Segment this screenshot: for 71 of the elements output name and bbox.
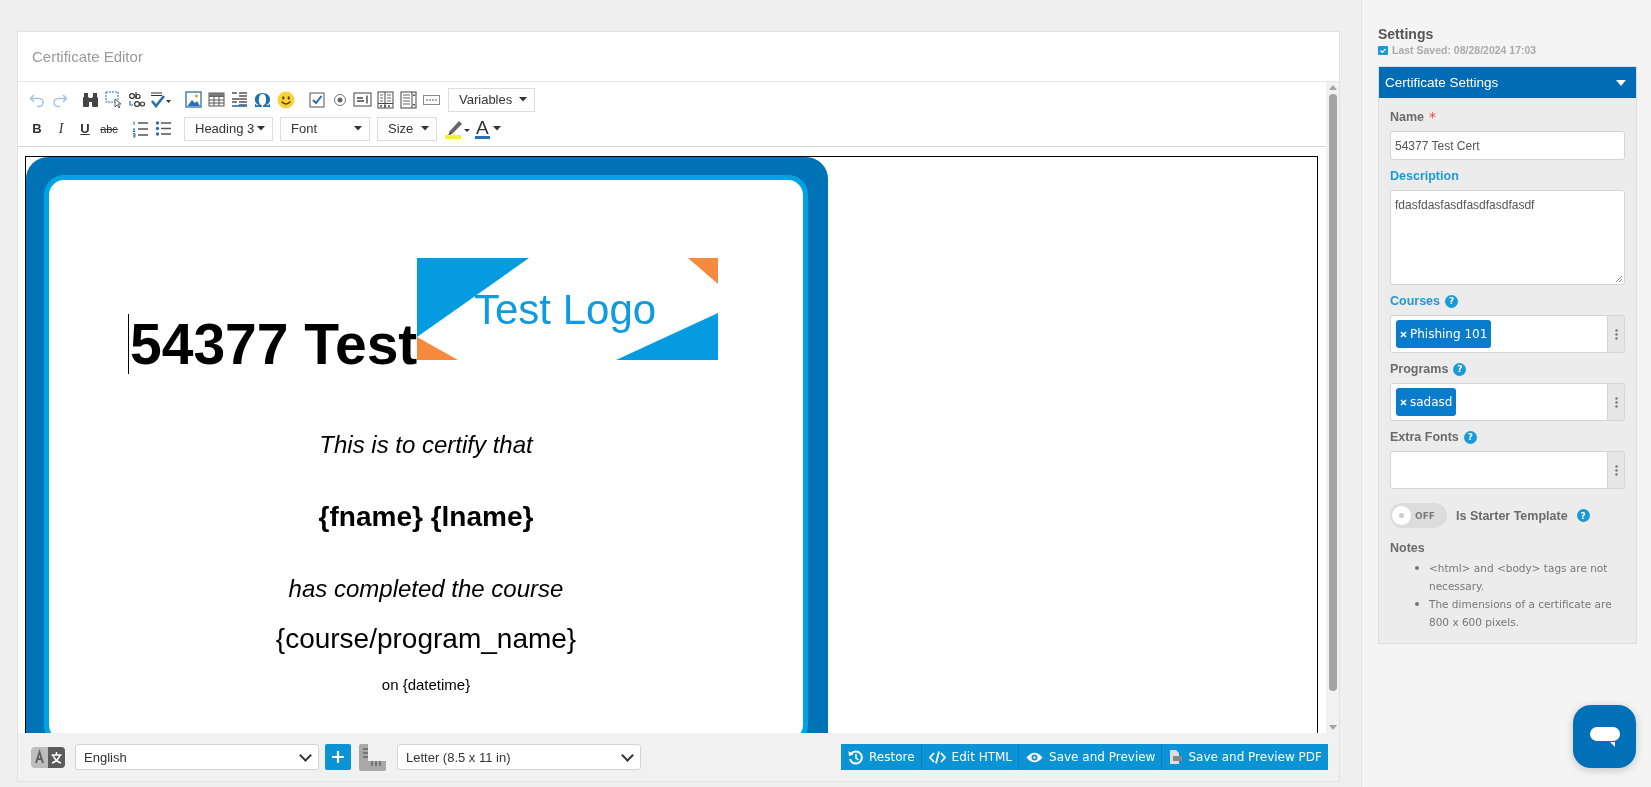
required-mark: * [1429, 109, 1437, 125]
certificate-text: has completed the course [288, 575, 564, 602]
help-icon[interactable]: ? [1576, 509, 1590, 522]
more-icon[interactable] [1614, 328, 1618, 340]
toggle-switch[interactable]: OFF [1390, 503, 1447, 528]
field-label: Courses [1390, 294, 1441, 308]
ruler-icon [359, 743, 386, 771]
field-label: Extra Fonts [1390, 430, 1459, 444]
italic-button[interactable]: I [50, 117, 72, 140]
style-dropdown[interactable]: Heading 3 [184, 116, 273, 141]
caret-icon [421, 126, 429, 131]
help-icon[interactable]: ? [1463, 430, 1477, 444]
caret-icon [492, 126, 501, 131]
field-label: Description [1390, 169, 1459, 183]
help-icon[interactable]: ? [1445, 294, 1459, 308]
page-size-select[interactable]: Letter (8.5 x 11 in) [397, 744, 641, 770]
more-icon[interactable] [1614, 464, 1618, 476]
code-icon [928, 750, 946, 764]
multi-select-field[interactable]: Phishing 101 [1390, 315, 1625, 353]
note-text: <html> and <body> tags are not necessary. [1415, 559, 1625, 595]
multi-select-field[interactable]: sadasd [1390, 383, 1625, 421]
scrollbar[interactable] [1326, 82, 1339, 733]
restore-button[interactable]: Restore [841, 744, 922, 770]
certificate-text: {course/program_name} [275, 623, 577, 654]
description-field[interactable]: fdasfdasfasdfasdfasdfasdf [1390, 190, 1625, 285]
font-color-button[interactable]: A [474, 117, 502, 140]
style-dropdown[interactable]: Font [280, 116, 370, 141]
tag[interactable]: Phishing 101 [1396, 320, 1492, 348]
variables-dropdown[interactable]: Variables [448, 87, 535, 112]
field-label: Name [1390, 110, 1425, 124]
note-text: The dimensions of a certificate are 800 x 600 pixels. [1415, 595, 1625, 631]
special-character-button[interactable]: Ω [252, 88, 273, 111]
last-saved-text: Last Saved: 08/28/2024 17:03 [1392, 44, 1537, 56]
panel-title: Settings [1378, 26, 1435, 43]
field-label: Programs [1390, 362, 1449, 376]
certificate-text: {fname} {lname} [318, 501, 534, 532]
underline-button[interactable]: U [74, 117, 96, 140]
image-icon[interactable] [183, 88, 204, 111]
chat-button[interactable] [1573, 705, 1636, 768]
notes-heading: Notes [1390, 541, 1426, 555]
help-icon[interactable]: ? [1453, 362, 1467, 376]
more-icon[interactable] [1614, 396, 1618, 408]
list-box-icon[interactable] [398, 88, 419, 111]
document-icon [1169, 750, 1183, 764]
resize-grip-icon[interactable] [1615, 275, 1622, 282]
caret-icon [519, 97, 527, 102]
certificate-text: on {datetime} [381, 676, 471, 693]
remove-icon [1400, 398, 1407, 406]
tag[interactable]: sadasd [1396, 388, 1457, 416]
multi-select-field[interactable] [1390, 451, 1625, 489]
add-icon[interactable] [325, 744, 351, 770]
eye-icon [1026, 751, 1044, 763]
chat-bubble-icon [1589, 726, 1620, 747]
panel-title: Certificate Editor [32, 48, 143, 65]
strikethrough-button[interactable]: abc [98, 117, 120, 140]
caret-icon [354, 126, 362, 131]
history-icon [848, 749, 864, 765]
toggle-label: Is Starter Template [1456, 508, 1568, 523]
name-field[interactable]: 54377 Test Cert [1390, 131, 1625, 160]
select-all-icon[interactable] [103, 88, 124, 111]
bold-button[interactable]: B [26, 117, 48, 140]
caret-icon [257, 126, 265, 131]
section-header[interactable]: Certificate Settings [1379, 67, 1636, 98]
select-field-icon[interactable] [375, 88, 396, 111]
translate-icon [31, 746, 65, 768]
remove-icon [1400, 330, 1407, 338]
language-select[interactable]: English [75, 744, 319, 770]
save-icon [1378, 45, 1388, 55]
certificate-text: This is to certify that [319, 431, 533, 458]
style-dropdown[interactable]: Size [377, 116, 437, 141]
logo-drawing: Test Logo [417, 258, 719, 360]
